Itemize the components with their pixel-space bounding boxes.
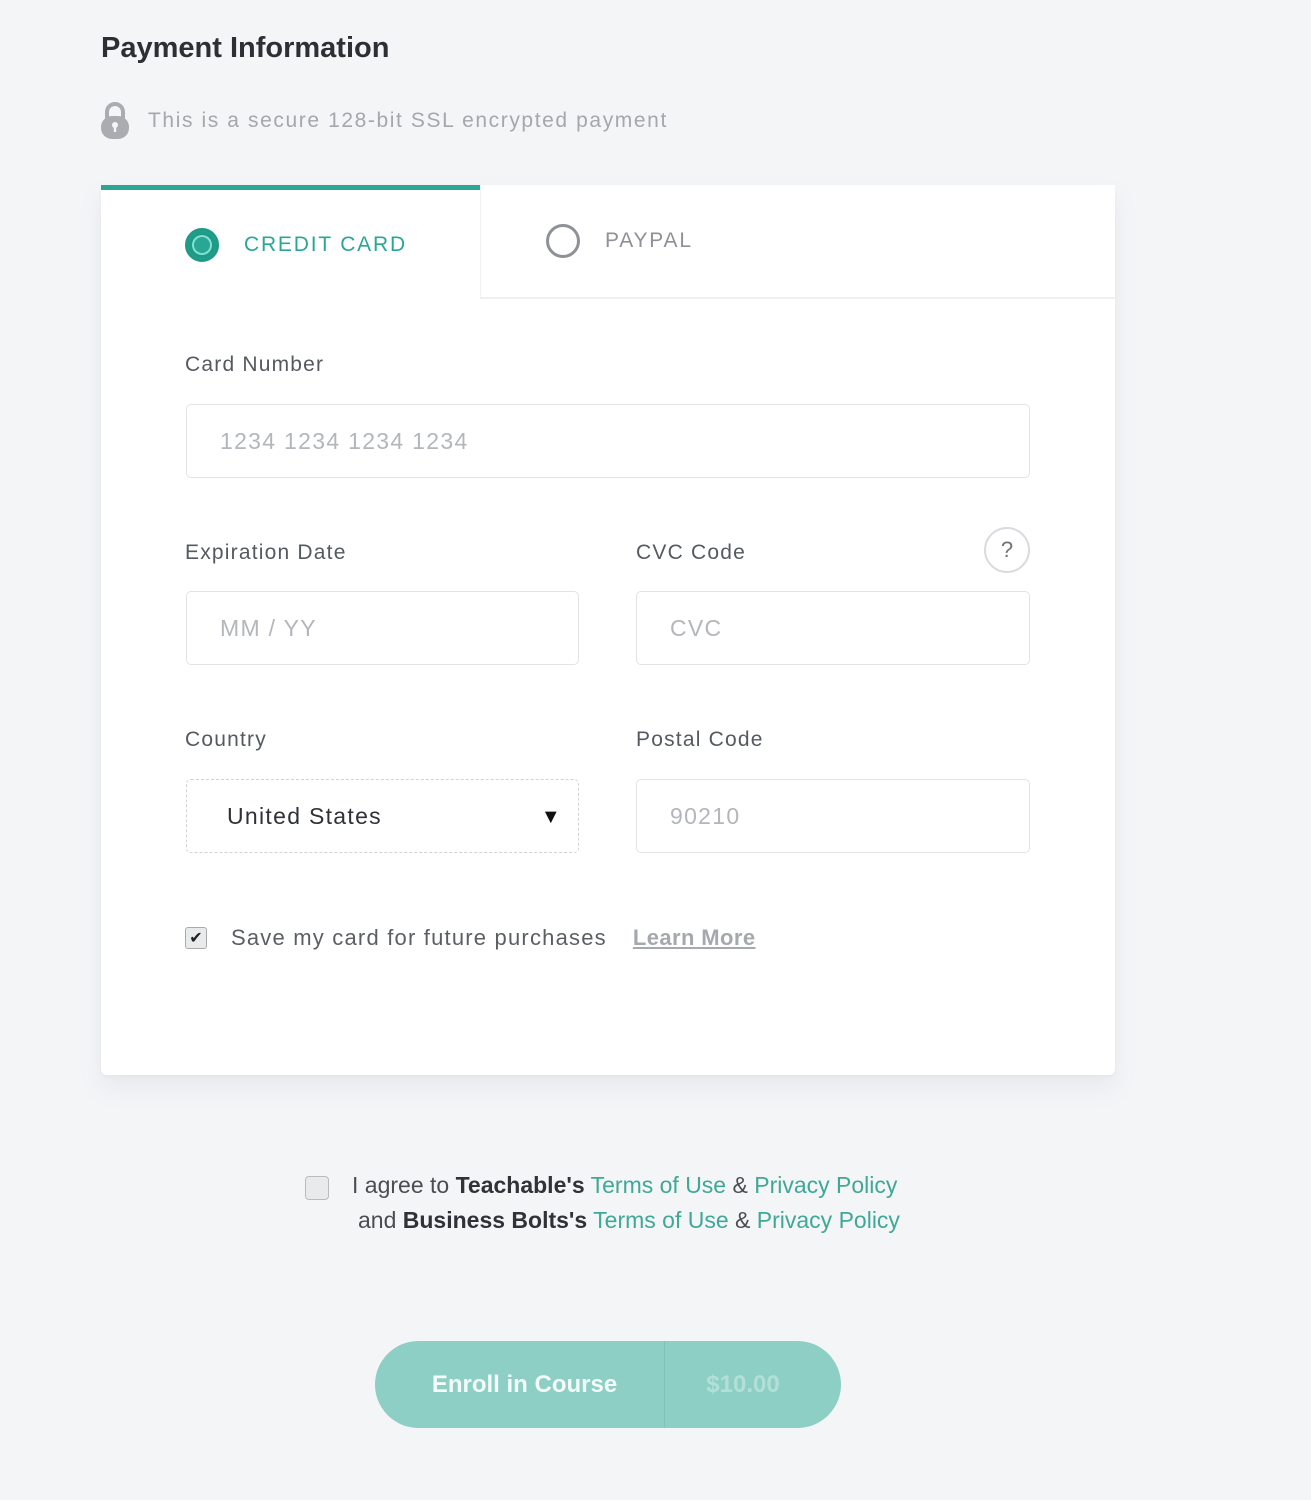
payment-method-tabs: CREDIT CARD PAYPAL [101,185,1115,299]
chevron-down-icon: ▼ [540,806,562,828]
radio-checked-icon[interactable] [185,227,219,262]
radio-unchecked-icon[interactable] [546,224,580,258]
ampersand: & [726,1172,755,1198]
payment-page: Payment Information This is a secure 128… [0,0,1311,1500]
org-name: Teachable's [455,1172,585,1198]
agreement-line-1: I agree to Teachable's Terms of Use & Pr… [352,1172,897,1199]
secure-text: This is a secure 128-bit SSL encrypted p… [148,109,668,132]
expiration-date-input[interactable]: MM / YY [186,591,579,665]
teachable-privacy-link[interactable]: Privacy Policy [754,1172,897,1198]
card-number-input[interactable]: 1234 1234 1234 1234 [186,404,1030,478]
country-label: Country [185,728,267,751]
teachable-terms-link[interactable]: Terms of Use [591,1172,726,1198]
tab-label: PAYPAL [605,229,693,252]
tab-credit-card[interactable]: CREDIT CARD [101,185,480,299]
page-title: Payment Information [101,32,390,64]
save-card-row: ✔ Save my card for future purchases Lear… [185,925,755,951]
secure-notice: This is a secure 128-bit SSL encrypted p… [100,102,668,140]
country-selected-value: United States [227,802,382,829]
enroll-label: Enroll in Course [375,1341,665,1428]
card-number-label: Card Number [185,353,325,376]
expiration-date-label: Expiration Date [185,541,347,564]
agreement-line-2: and Business Bolts's Terms of Use & Priv… [358,1207,900,1234]
postal-code-input[interactable]: 90210 [636,779,1030,853]
postal-code-label: Postal Code [636,728,764,751]
agree-checkbox[interactable] [305,1176,329,1200]
learn-more-link[interactable]: Learn More [633,925,756,951]
save-card-checkbox[interactable]: ✔ [185,927,207,949]
org-name: Business Bolts's [402,1207,588,1233]
cvc-input[interactable]: CVC [636,591,1030,665]
tab-paypal[interactable]: PAYPAL [480,185,1115,299]
cvc-code-label: CVC Code [636,541,746,564]
lock-icon [101,102,129,139]
question-mark-icon[interactable]: ? [984,527,1030,573]
save-card-label: Save my card for future purchases [231,925,607,950]
ampersand: & [728,1207,757,1233]
business-bolts-terms-link[interactable]: Terms of Use [593,1207,728,1233]
payment-card: CREDIT CARD PAYPAL Card Number 1234 1234… [101,185,1115,1075]
country-select[interactable]: United States ▼ [186,779,579,853]
agreement-text: I agree to [352,1172,456,1198]
agreement-text: and [358,1207,403,1233]
business-bolts-privacy-link[interactable]: Privacy Policy [757,1207,900,1233]
enroll-price: $10.00 [706,1370,780,1398]
tab-label: CREDIT CARD [244,232,407,256]
enroll-button[interactable]: Enroll in Course $10.00 [375,1341,841,1428]
